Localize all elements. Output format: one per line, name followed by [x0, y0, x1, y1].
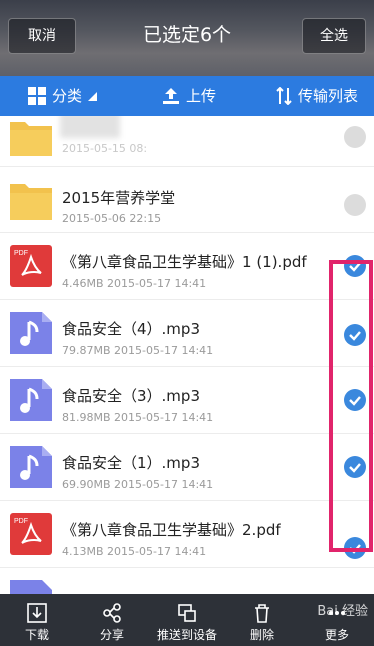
transfer-label: 传输列表 [298, 87, 359, 105]
music-file-icon [10, 379, 52, 421]
folder-icon [10, 122, 52, 156]
svg-text:PDF: PDF [14, 250, 28, 257]
share-label: 分享 [99, 628, 124, 642]
list-item[interactable]: 食品安全（1）.mp3 69.90MB 2015-05-17 14:41 [0, 434, 374, 501]
transfer-arrows-icon [276, 87, 292, 105]
list-item[interactable]: 食品安全（3）.mp3 81.98MB 2015-05-17 14:41 [0, 367, 374, 434]
file-name: 《第八章食品卫生学基础》2.pdf [62, 521, 281, 539]
music-file-icon [10, 580, 52, 594]
delete-label: 删除 [249, 628, 274, 642]
list-item[interactable]: 2015-05-15 08: [0, 116, 374, 167]
file-name: 食品安全（3）.mp3 [62, 387, 200, 405]
music-file-icon [10, 312, 52, 354]
file-name: 《第八章食品卫生学基础》1 (1).pdf [62, 253, 307, 271]
pdf-file-icon: PDF [10, 513, 52, 555]
upload-label: 上传 [186, 87, 217, 105]
device-icon [178, 604, 196, 622]
push-label: 推送到设备 [156, 628, 217, 642]
download-button[interactable]: 下载 [0, 594, 74, 646]
more-label: 更多 [324, 628, 349, 642]
download-label: 下载 [24, 628, 49, 642]
file-name: 2015年营养学堂 [62, 189, 176, 207]
list-item[interactable]: 食品安全（4）.mp3 79.87MB 2015-05-17 14:41 [0, 300, 374, 367]
share-button[interactable]: 分享 [75, 594, 149, 646]
file-meta: 81.98MB 2015-05-17 14:41 [62, 411, 214, 424]
file-name: 食品安全（4）.mp3 [62, 320, 200, 338]
select-all-button[interactable]: 全选 [302, 18, 366, 54]
file-meta: 2015-05-15 08: [62, 142, 148, 155]
watermark: Bai 经验 [317, 604, 368, 619]
push-to-device-button[interactable]: 推送到设备 [150, 594, 224, 646]
trash-icon [255, 604, 269, 623]
selection-highlight-box [329, 260, 373, 552]
grid-icon [28, 87, 46, 105]
top-header: 取消 已选定6个 全选 [0, 0, 374, 76]
file-meta: 4.46MB 2015-05-17 14:41 [62, 277, 207, 290]
category-label: 分类 [52, 87, 83, 105]
delete-button[interactable]: 删除 [225, 594, 299, 646]
file-meta: 4.13MB 2015-05-17 14:41 [62, 545, 207, 558]
selection-title: 已选定6个 [142, 24, 232, 46]
file-meta: 79.87MB 2015-05-17 14:41 [62, 344, 214, 357]
music-file-icon [10, 446, 52, 488]
file-list: 2015-05-15 08: 2015年营养学堂 2015-05-06 22:1… [0, 116, 374, 594]
checkbox-unchecked-icon[interactable] [344, 194, 366, 216]
list-item[interactable]: PDF 《第八章食品卫生学基础》2.pdf 4.13MB 2015-05-17 … [0, 501, 374, 568]
folder-icon [10, 184, 52, 220]
download-icon [27, 603, 47, 623]
share-icon [103, 603, 121, 623]
svg-text:PDF: PDF [14, 518, 28, 525]
upload-icon [163, 88, 179, 104]
file-meta: 2015-05-06 22:15 [62, 212, 162, 225]
list-item[interactable]: 2015年营养学堂 2015-05-06 22:15 [0, 166, 374, 233]
list-item[interactable] [0, 568, 374, 594]
checkbox-unchecked-icon[interactable] [344, 126, 366, 148]
triangle-down-icon [88, 91, 98, 101]
cancel-button[interactable]: 取消 [8, 18, 76, 54]
list-item[interactable]: PDF 《第八章食品卫生学基础》1 (1).pdf 4.46MB 2015-05… [0, 233, 374, 300]
blurred-name [60, 116, 120, 138]
category-tab[interactable]: 分类 [28, 76, 98, 116]
transfer-list-button[interactable]: 传输列表 [276, 76, 358, 116]
file-name: 食品安全（1）.mp3 [62, 454, 200, 472]
pdf-file-icon: PDF [10, 245, 52, 287]
upload-button[interactable]: 上传 [162, 76, 216, 116]
file-meta: 69.90MB 2015-05-17 14:41 [62, 478, 214, 491]
action-toolbar: 分类 上传 传输列表 [0, 76, 374, 116]
